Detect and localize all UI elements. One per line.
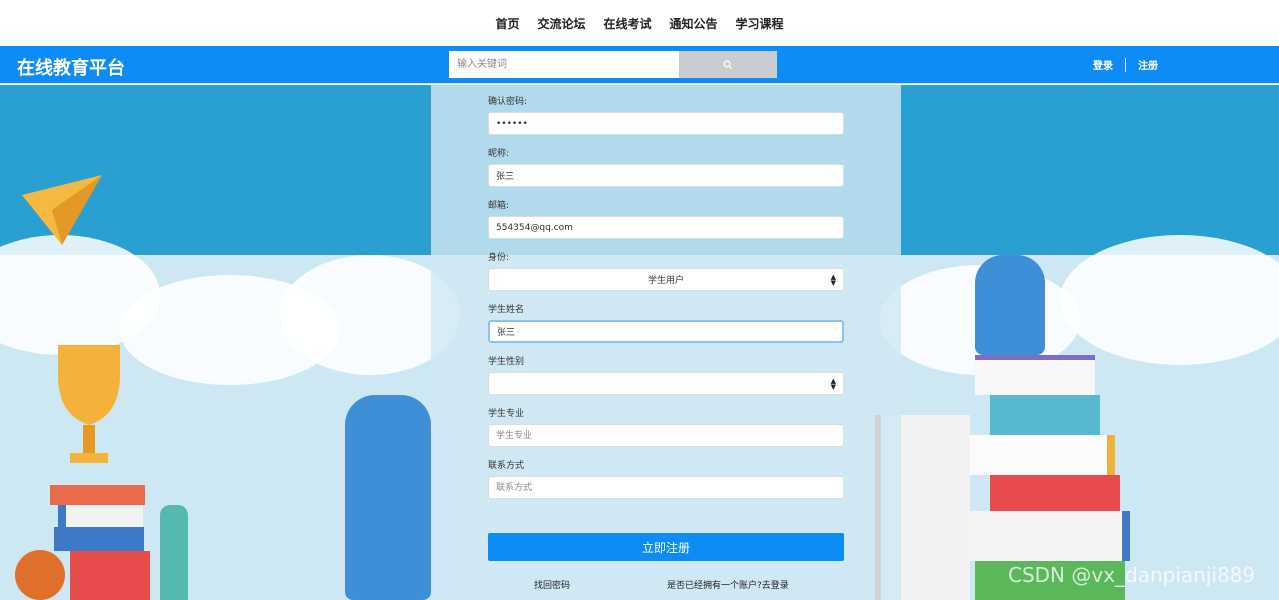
- email-label: 邮箱:: [488, 201, 510, 211]
- nav-exam[interactable]: 在线考试: [603, 15, 651, 32]
- select-arrows-icon: ▲ ▼: [830, 273, 836, 287]
- email-input[interactable]: [488, 216, 844, 239]
- auth-divider: [1125, 57, 1126, 72]
- nav-notice[interactable]: 通知公告: [670, 15, 718, 32]
- backpack-decoration: [345, 395, 431, 600]
- book-decoration: [70, 551, 150, 600]
- search-button[interactable]: [679, 51, 777, 78]
- login-link[interactable]: 登录: [1093, 57, 1113, 72]
- book-decoration: [54, 527, 144, 551]
- student-name-input[interactable]: [488, 320, 844, 343]
- paper-plane-icon: [22, 175, 102, 245]
- nav-courses[interactable]: 学习课程: [736, 15, 784, 32]
- backpack-decoration: [975, 255, 1045, 355]
- identity-label: 身份:: [488, 253, 510, 263]
- nav-home[interactable]: 首页: [495, 15, 519, 32]
- trophy-icon: [58, 345, 120, 463]
- contact-input[interactable]: [488, 476, 844, 499]
- identity-selected-value: 学生用户: [647, 276, 684, 286]
- register-submit-button[interactable]: 立即注册: [488, 533, 844, 561]
- top-nav: 首页 交流论坛 在线考试 通知公告 学习课程: [0, 0, 1279, 46]
- book-decoration: [50, 485, 145, 505]
- ball-decoration: [15, 550, 65, 600]
- search-input[interactable]: [449, 51, 679, 78]
- header-bar: 在线教育平台 登录 注册: [0, 46, 1279, 84]
- register-link[interactable]: 注册: [1138, 57, 1158, 72]
- confirm-password-label: 确认密码:: [488, 97, 528, 107]
- book-decoration: [965, 435, 1115, 475]
- confirm-password-input[interactable]: [488, 112, 844, 135]
- go-login-link[interactable]: 是否已经拥有一个账户?去登录: [667, 578, 789, 591]
- book-decoration: [58, 505, 143, 527]
- site-brand: 在线教育平台: [17, 58, 125, 79]
- student-major-input[interactable]: [488, 424, 844, 447]
- csdn-watermark: CSDN @vx_danpianji889: [1008, 563, 1256, 587]
- book-decoration: [990, 475, 1120, 511]
- search-icon: [723, 59, 733, 69]
- student-name-label: 学生姓名: [488, 305, 525, 315]
- identity-select[interactable]: 学生用户 ▲ ▼: [488, 268, 844, 291]
- select-arrows-icon: ▲ ▼: [830, 377, 836, 391]
- nickname-input[interactable]: [488, 164, 844, 187]
- student-gender-label: 学生性别: [488, 357, 525, 367]
- book-decoration: [960, 511, 1130, 561]
- nav-forum[interactable]: 交流论坛: [537, 15, 585, 32]
- student-gender-select[interactable]: ▲ ▼: [488, 372, 844, 395]
- book-decoration: [975, 355, 1095, 395]
- forgot-password-link[interactable]: 找回密码: [534, 578, 570, 591]
- contact-label: 联系方式: [488, 461, 525, 471]
- bottle-decoration: [160, 505, 188, 600]
- book-decoration: [990, 395, 1100, 435]
- auth-links: 登录 注册: [1093, 57, 1158, 72]
- student-major-label: 学生专业: [488, 409, 525, 419]
- nickname-label: 昵称:: [488, 149, 510, 159]
